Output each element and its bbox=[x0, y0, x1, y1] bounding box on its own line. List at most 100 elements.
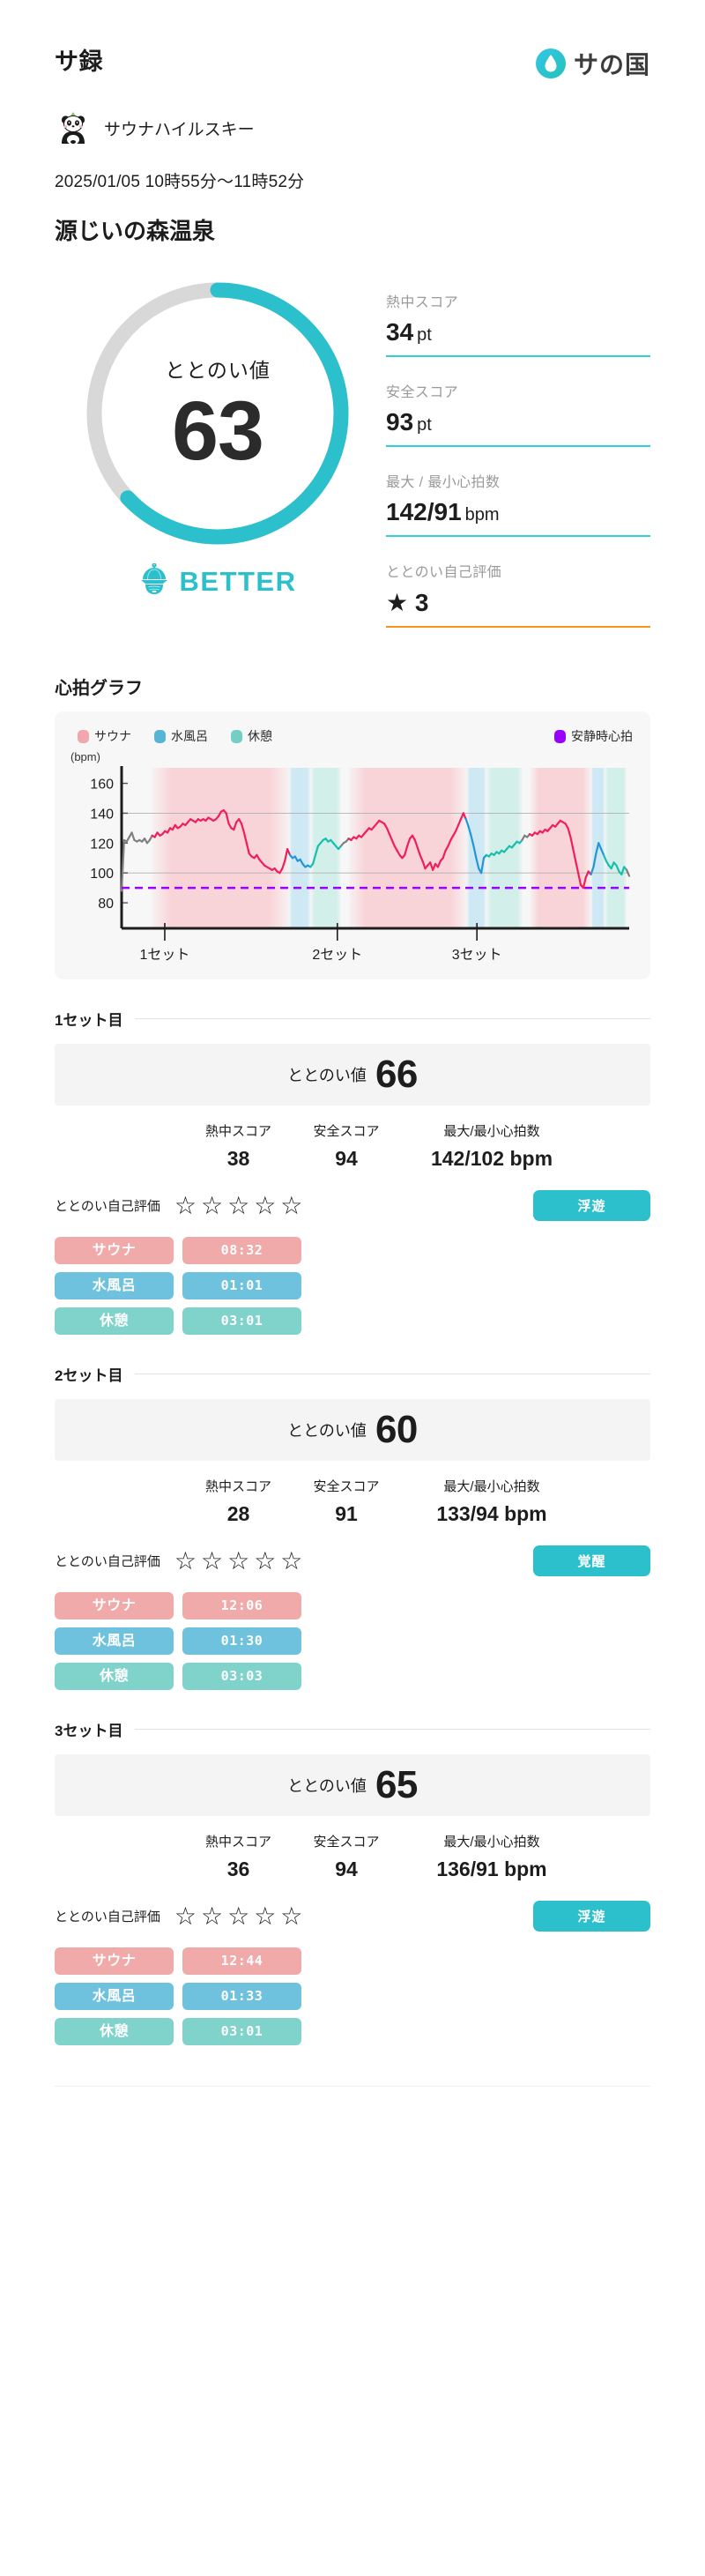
star-icon[interactable]: ☆ bbox=[227, 1903, 249, 1929]
chip-phase-name: 休憩 bbox=[55, 2018, 174, 2045]
metrics-list: 熱中スコア 34 pt 安全スコア 93 pt 最大 / 最小心拍数 142/91 b… bbox=[381, 262, 650, 651]
metric-label: 安全スコア bbox=[386, 385, 459, 400]
user-name: サウナハイルスキー bbox=[104, 120, 255, 139]
metric-self-rating: ととのい自己評価 ★ 3 bbox=[386, 560, 650, 628]
star-icon[interactable]: ☆ bbox=[280, 1193, 302, 1218]
set-metric: 熱中スコア 36 bbox=[183, 1832, 293, 1881]
legend-label: 安静時心拍 bbox=[571, 729, 633, 743]
chip-phase-time: 12:44 bbox=[182, 1947, 301, 1975]
set-heading: 3セット目 bbox=[55, 1723, 123, 1739]
set-block: 1セット目 ととのい値 66 熱中スコア 38 安全スコア 94 最大/最小心拍数 142/10… bbox=[55, 1008, 650, 1335]
legend-swatch-icon bbox=[78, 729, 89, 743]
metric-number: 34 bbox=[386, 318, 414, 346]
svg-text:(bpm): (bpm) bbox=[70, 750, 100, 763]
star-rating[interactable]: ☆ ☆ ☆ ☆ ☆ bbox=[174, 1548, 303, 1574]
session-datetime: 2025/01/05 10時55分〜11時52分 bbox=[55, 173, 305, 191]
set-heading: 2セット目 bbox=[55, 1367, 123, 1384]
set-block: 2セット目 ととのい値 60 熱中スコア 28 安全スコア 91 最大/最小心拍数 133/94… bbox=[55, 1363, 650, 1690]
heart-rate-chart: (bpm) 80 100 120 140 160 1セット 2セット 3セット bbox=[67, 748, 638, 969]
set-badge[interactable]: 覚醒 bbox=[533, 1545, 650, 1576]
sauna-hat-icon bbox=[139, 562, 169, 599]
chip-phase-time: 03:01 bbox=[182, 1307, 301, 1335]
star-icon[interactable]: ☆ bbox=[254, 1548, 276, 1574]
brand-logo[interactable]: サの国 bbox=[535, 42, 650, 81]
star-icon[interactable]: ☆ bbox=[254, 1193, 276, 1218]
set-metric: 最大/最小心拍数 133/94 bpm bbox=[399, 1477, 584, 1526]
set-metric-label: 熱中スコア bbox=[204, 1835, 271, 1850]
star-icon[interactable]: ☆ bbox=[201, 1548, 223, 1574]
heart-rate-chart-card: サウナ 水風呂 休憩 安静時心拍 (bpm) 80 100 120 140 160 1セット… bbox=[55, 711, 650, 979]
star-icon[interactable]: ☆ bbox=[227, 1548, 249, 1574]
set-metric-value: 91 bbox=[335, 1502, 358, 1525]
page-title: サ録 bbox=[55, 48, 103, 75]
star-icon[interactable]: ☆ bbox=[174, 1193, 197, 1218]
chip-phase-name: サウナ bbox=[55, 1237, 174, 1264]
set-score-label: ととのい値 bbox=[287, 1067, 367, 1084]
star-icon[interactable]: ☆ bbox=[174, 1903, 197, 1929]
metric-underline bbox=[386, 445, 650, 447]
set-badge[interactable]: 浮遊 bbox=[533, 1190, 650, 1221]
set-rating-row: ととのい自己評価 ☆ ☆ ☆ ☆ ☆ 浮遊 bbox=[55, 1901, 650, 1932]
legend-item-sauna: サウナ bbox=[78, 727, 131, 745]
metric-underline bbox=[386, 626, 650, 628]
metric-value: ★ 3 bbox=[386, 589, 429, 616]
set-metric-value: 94 bbox=[335, 1147, 358, 1170]
chip-row: サウナ 12:06 bbox=[55, 1592, 650, 1619]
set-score-value: 65 bbox=[375, 1763, 418, 1806]
legend-item-rest: 休憩 bbox=[231, 727, 272, 745]
legend-item-resting-hr: 安静時心拍 bbox=[554, 727, 633, 745]
metric-number: 142/91 bbox=[386, 498, 462, 525]
svg-text:160: 160 bbox=[90, 778, 114, 793]
star-icon[interactable]: ☆ bbox=[254, 1903, 276, 1929]
set-score-bar: ととのい値 65 bbox=[55, 1754, 650, 1816]
legend-swatch-icon bbox=[154, 729, 166, 743]
gauge-label: ととのい値 bbox=[165, 358, 271, 382]
set-metric-label: 熱中スコア bbox=[204, 1479, 271, 1494]
chip-phase-name: 水風呂 bbox=[55, 1272, 174, 1299]
chip-phase-name: 休憩 bbox=[55, 1307, 174, 1335]
set-heading-row: 2セット目 bbox=[55, 1363, 650, 1385]
set-score-value: 60 bbox=[375, 1408, 418, 1451]
set-heading-rule bbox=[135, 1729, 650, 1730]
set-score-label: ととのい値 bbox=[287, 1777, 367, 1795]
chip-row: 休憩 03:03 bbox=[55, 1663, 650, 1690]
chip-row: 休憩 03:01 bbox=[55, 1307, 650, 1335]
set-metrics: 熱中スコア 36 安全スコア 94 最大/最小心拍数 136/91 bpm bbox=[55, 1832, 650, 1881]
metric-label: 熱中スコア bbox=[386, 295, 459, 310]
set-metric-label: 安全スコア bbox=[313, 1479, 380, 1494]
set-rating-label: ととのい自己評価 bbox=[55, 1199, 160, 1214]
metric-max-min-hr: 最大 / 最小心拍数 142/91 bpm bbox=[386, 470, 650, 537]
star-rating[interactable]: ☆ ☆ ☆ ☆ ☆ bbox=[174, 1193, 303, 1218]
set-score-bar: ととのい値 60 bbox=[55, 1399, 650, 1461]
user-row[interactable]: サウナハイルスキー bbox=[55, 109, 650, 146]
star-icon[interactable]: ☆ bbox=[201, 1903, 223, 1929]
set-rating-label: ととのい自己評価 bbox=[55, 1910, 160, 1925]
svg-text:100: 100 bbox=[90, 867, 114, 882]
metric-label: ととのい自己評価 bbox=[386, 565, 502, 580]
legend-label: 水風呂 bbox=[171, 729, 208, 743]
star-icon[interactable]: ☆ bbox=[201, 1193, 223, 1218]
set-metrics: 熱中スコア 28 安全スコア 91 最大/最小心拍数 133/94 bpm bbox=[55, 1477, 650, 1526]
set-metric-label: 熱中スコア bbox=[204, 1124, 271, 1139]
set-metric: 安全スコア 91 bbox=[293, 1477, 399, 1526]
set-metric: 最大/最小心拍数 142/102 bpm bbox=[399, 1121, 584, 1171]
star-icon[interactable]: ☆ bbox=[280, 1903, 302, 1929]
legend-label: 休憩 bbox=[248, 729, 272, 743]
svg-text:80: 80 bbox=[98, 897, 114, 912]
star-icon[interactable]: ☆ bbox=[280, 1548, 302, 1574]
set-metric-value: 136/91 bpm bbox=[436, 1858, 547, 1880]
set-metric: 最大/最小心拍数 136/91 bpm bbox=[399, 1832, 584, 1881]
water-drop-icon bbox=[535, 48, 566, 78]
star-icon[interactable]: ☆ bbox=[174, 1548, 197, 1574]
set-metric-label: 安全スコア bbox=[313, 1124, 380, 1139]
svg-text:1セット: 1セット bbox=[140, 948, 190, 963]
metric-value: 142/91 bpm bbox=[386, 498, 650, 535]
venue-name: 源じいの森温泉 bbox=[55, 218, 216, 244]
star-icon[interactable]: ☆ bbox=[227, 1193, 249, 1218]
set-badge[interactable]: 浮遊 bbox=[533, 1901, 650, 1932]
svg-text:140: 140 bbox=[90, 807, 114, 822]
metric-safety-score: 安全スコア 93 pt bbox=[386, 380, 650, 447]
set-heading-row: 1セット目 bbox=[55, 1008, 650, 1030]
chart-title: 心拍グラフ bbox=[55, 679, 143, 698]
star-rating[interactable]: ☆ ☆ ☆ ☆ ☆ bbox=[174, 1903, 303, 1929]
